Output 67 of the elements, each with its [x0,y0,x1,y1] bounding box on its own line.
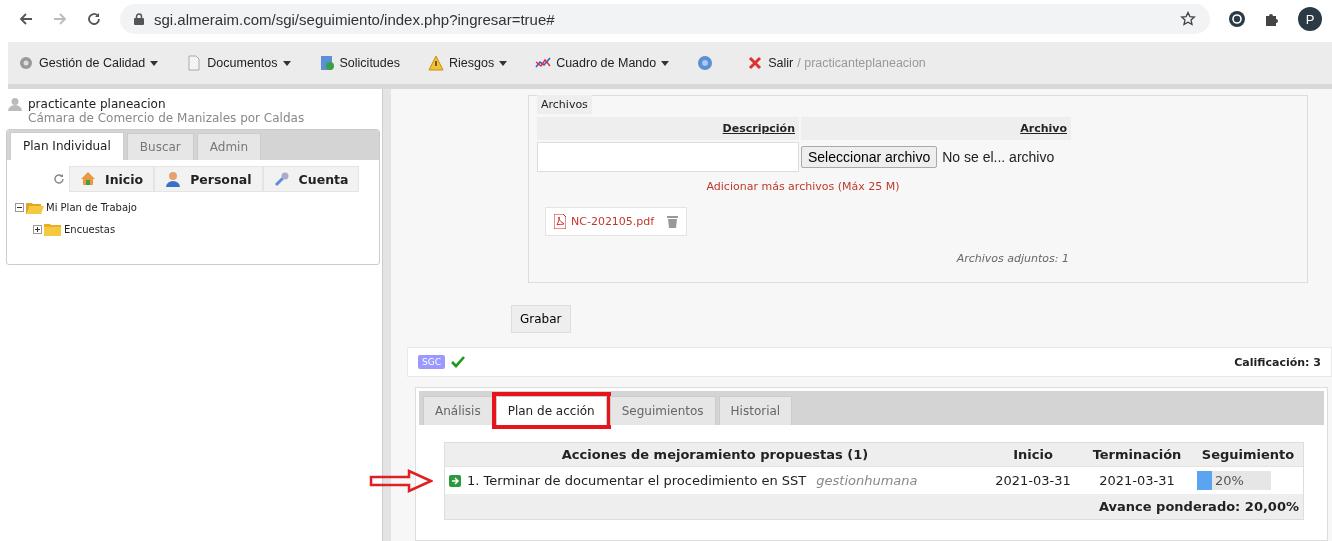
collapse-icon[interactable] [15,202,24,212]
document-icon [186,55,203,71]
add-files-link[interactable]: Adicionar más archivos (Máx 25 M) [537,180,1069,193]
tab[interactable]: Historial [718,396,793,425]
menu-item[interactable]: Documentos [186,55,291,71]
address-bar[interactable]: sgi.almeraim.com/sgi/seguimiento/index.php?ingresar=true# [120,4,1210,34]
refresh-icon[interactable] [53,173,65,185]
description-field[interactable] [537,142,799,172]
attachment-count: Archivos adjuntos: 1 [955,252,1069,265]
menu-item[interactable]: Riesgos [427,55,508,71]
badge: SGC [418,355,445,369]
menu-item[interactable]: Gestión de Calidad [18,55,159,71]
action-text[interactable]: 1. Terminar de documentar el procedimiento en SST [467,473,807,488]
panel-title: Archivos [537,95,592,114]
tab[interactable]: Buscar [126,133,194,160]
person-icon [165,171,182,187]
tab[interactable]: Admin [196,133,262,160]
pdf-icon [554,214,566,229]
save-button[interactable]: Grabar [511,305,571,333]
user-name: practicante planeacion [28,97,167,111]
tree-item[interactable]: Mi Plan de Trabajo [46,201,137,213]
toolbar-button[interactable]: Personal [154,166,263,192]
user-icon [8,97,22,111]
folder-icon [44,222,62,236]
url-text: sgi.almeraim.com/sgi/seguimiento/index.php?ingresar=true# [154,10,555,28]
warning-icon [427,55,444,71]
table-footer: Avance ponderado: 20,00% [445,494,1303,519]
menu-item[interactable]: Cuadro de Mando [535,55,670,71]
profile-avatar[interactable]: P [1298,7,1322,31]
close-icon [747,55,764,71]
attachment-link[interactable]: NC-202105.pdf [571,215,655,228]
progress-text: 20% [1215,473,1244,488]
choose-file-button[interactable]: Seleccionar archivo [801,146,938,168]
tree-item[interactable]: Encuestas [64,223,116,235]
toolbar-button[interactable]: Cuenta [262,166,360,192]
star-icon[interactable] [1180,11,1196,27]
column-header: Inicio [985,443,1081,466]
column-header: Descripción [537,117,799,140]
owner-name: gestionhumana [816,473,918,488]
organization-name: Cámara de Comercio de Manizales por Caldas [28,111,305,125]
tab[interactable]: Análisis [423,396,493,425]
rating-text: Calificación: 3 [1234,355,1321,369]
tab[interactable]: Plan Individual [10,132,124,160]
wrench-icon [273,171,290,187]
back-icon[interactable] [18,11,34,27]
open-folder-icon [26,200,44,214]
column-header: Seguimiento [1193,443,1303,466]
annotation-arrow-icon [369,469,433,493]
puzzle-icon[interactable] [1264,11,1280,27]
arrow-right-icon[interactable] [449,474,461,487]
user-name: / practicanteplaneacion [797,56,926,70]
reload-icon[interactable] [86,11,102,27]
menu-item[interactable]: Salir [747,55,794,71]
column-header: Acciones de mejoramiento propuestas (1) [445,443,985,466]
lock-icon [134,13,144,25]
check-icon [451,356,465,368]
house-icon [80,171,96,187]
menu-item[interactable]: Solicitudes [318,55,400,71]
scrollbar[interactable] [382,89,391,541]
column-header: Terminación [1081,443,1193,466]
tab[interactable]: Seguimientos [609,396,716,425]
file-status: No se el... archivo [942,149,1055,165]
expand-icon[interactable] [33,224,42,234]
trash-icon[interactable] [667,215,679,228]
toolbar-button[interactable]: Inicio [69,166,155,192]
column-header: Archivo [801,117,1071,140]
gear-icon [18,55,34,71]
